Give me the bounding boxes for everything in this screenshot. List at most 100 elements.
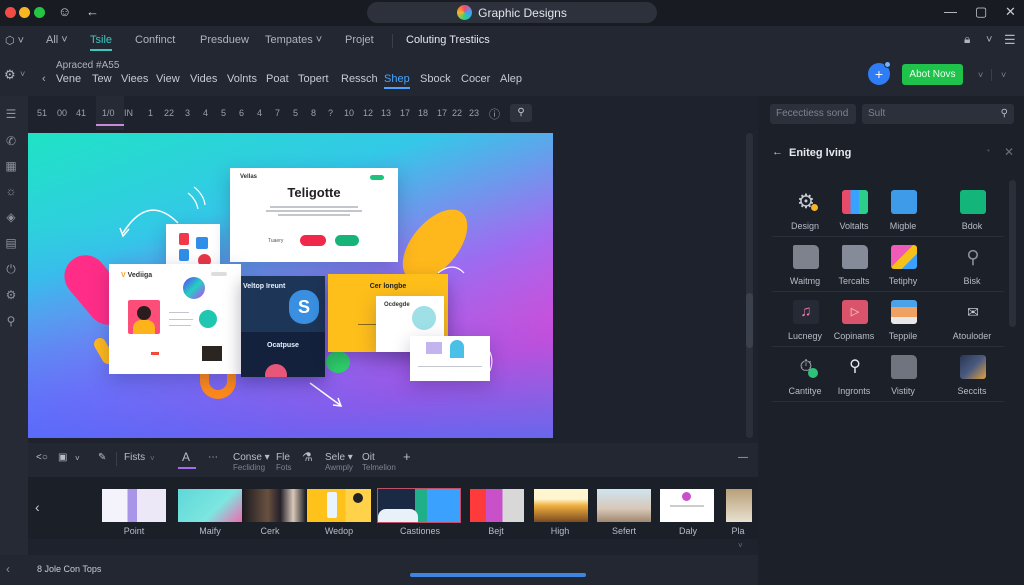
subnav-item[interactable]: Viees: [121, 73, 148, 85]
flask-icon[interactable]: ⚗: [302, 450, 313, 464]
grid-item-tercalts[interactable]: Tercalts: [826, 239, 882, 294]
grid-dots-icon[interactable]: ⋯: [208, 452, 218, 463]
ruler-tick[interactable]: 12: [363, 108, 373, 118]
back-arrow-icon[interactable]: ←: [86, 4, 99, 19]
grid-item-vistity[interactable]: Vistity: [875, 349, 931, 404]
grid-item-lucnegy[interactable]: ♫ Lucnegy: [777, 294, 833, 349]
ruler-tick[interactable]: 6: [239, 108, 244, 118]
template-thumbnail[interactable]: [178, 489, 242, 522]
filter-input[interactable]: Fecectiess sond: [770, 104, 856, 124]
tag-icon[interactable]: ◈: [4, 210, 18, 224]
subnav-item[interactable]: Vides: [190, 73, 217, 85]
ruler-tick[interactable]: 7: [275, 108, 280, 118]
settings-gear-icon[interactable]: ⚙: [4, 67, 16, 83]
grid-item-teppile[interactable]: Teppile: [875, 294, 931, 349]
topnav-item-all[interactable]: All ˅: [46, 34, 68, 46]
ruler-tick[interactable]: 3: [185, 108, 190, 118]
group-top[interactable]: Fle: [276, 452, 290, 463]
window-title-pill[interactable]: Graphic Designs: [367, 2, 657, 23]
ruler-tick-selected[interactable]: 1/0: [102, 108, 115, 118]
template-thumbnail[interactable]: [726, 489, 752, 522]
subnav-item[interactable]: Sbock: [420, 73, 451, 85]
chevron-down-icon[interactable]: ˅: [978, 70, 983, 80]
canvas-scrollbar[interactable]: [746, 133, 753, 438]
book-icon[interactable]: ▤: [4, 236, 18, 250]
ruler-tick[interactable]: 10: [344, 108, 354, 118]
profile-template-card[interactable]: V Vediiga: [109, 264, 241, 374]
frame-icon[interactable]: ▣: [58, 452, 67, 463]
chevron-left-icon[interactable]: ‹: [35, 499, 40, 515]
ruler-tick[interactable]: 17: [400, 108, 410, 118]
grid-item-voltalts[interactable]: Voltalts: [826, 184, 882, 239]
minimize-icon[interactable]: —: [944, 4, 957, 19]
subnav-item[interactable]: Volnts: [227, 73, 257, 85]
ruler-tick[interactable]: 22: [452, 108, 462, 118]
subnav-item[interactable]: Vene: [56, 73, 81, 85]
chevron-down-icon[interactable]: ˅: [986, 34, 992, 46]
ruler-tick[interactable]: 22: [164, 108, 174, 118]
template-thumbnail[interactable]: [534, 489, 588, 522]
subnav-item[interactable]: Tew: [92, 73, 112, 85]
topnav-item-tempates[interactable]: Tempates ˅: [265, 34, 322, 46]
hero-green-button[interactable]: [335, 235, 359, 246]
ruler-tick[interactable]: 4: [203, 108, 208, 118]
back-arrow-icon[interactable]: ←: [772, 146, 783, 158]
search-input[interactable]: Sult ⚲: [862, 104, 1014, 124]
grid-item-seccits[interactable]: Seccits: [944, 349, 1000, 404]
minimize-window-button[interactable]: [19, 7, 30, 18]
icon-card[interactable]: [166, 224, 220, 267]
ruler-tick[interactable]: 41: [76, 108, 86, 118]
text-tool-icon[interactable]: A: [182, 450, 190, 464]
grid-item-copinams[interactable]: ▷ Copinams: [826, 294, 882, 349]
search-icon[interactable]: ⚲: [1001, 104, 1008, 124]
topnav-item-tsile[interactable]: Tsile: [90, 34, 113, 51]
shape-icon[interactable]: ⬡ ˅: [5, 34, 24, 47]
chevron-down-icon[interactable]: ˅: [75, 454, 80, 463]
subnav-item[interactable]: Cocer: [461, 73, 490, 85]
ruler-tick[interactable]: 5: [293, 108, 298, 118]
subnav-item[interactable]: View: [156, 73, 180, 85]
grid-item-bdok[interactable]: Bdok: [944, 184, 1000, 239]
group-top[interactable]: Sele ▾: [325, 452, 353, 463]
comment-icon[interactable]: ✎: [98, 452, 106, 463]
panel-scrollbar[interactable]: [1009, 180, 1016, 327]
close-window-button[interactable]: [5, 7, 16, 18]
chevron-down-icon[interactable]: ˅: [20, 69, 25, 79]
group-top[interactable]: Conse ▾: [233, 452, 270, 463]
topnav-item-confinct[interactable]: Confinct: [135, 34, 175, 46]
primary-action-button[interactable]: Abot Novs: [902, 64, 963, 85]
add-icon[interactable]: +: [403, 449, 411, 464]
menu-icon[interactable]: ☰: [1004, 32, 1016, 48]
template-thumbnail[interactable]: [102, 489, 166, 522]
subnav-item[interactable]: Alep: [500, 73, 522, 85]
list-icon[interactable]: ☰: [4, 107, 18, 121]
ruler-tick[interactable]: ?: [328, 108, 333, 118]
ruler-tick[interactable]: 1: [148, 108, 153, 118]
settings-icon[interactable]: ⚙: [4, 288, 18, 302]
template-thumbnail[interactable]: [597, 489, 651, 522]
pin-button[interactable]: ⚲: [510, 104, 532, 122]
hero-button-label[interactable]: Tuaery: [268, 238, 283, 244]
close-panel-icon[interactable]: ✕: [1004, 145, 1014, 159]
template-thumbnail[interactable]: [470, 489, 524, 522]
search-icon[interactable]: ⚲: [4, 314, 18, 328]
chevron-down-icon[interactable]: ˅: [738, 541, 743, 550]
ruler-tick[interactable]: 5: [221, 108, 226, 118]
ruler-tick[interactable]: IN: [124, 108, 133, 118]
hero-template-card[interactable]: Vellas Teligotte Tuaery: [230, 168, 398, 262]
lock-icon[interactable]: 🔒︎: [964, 32, 970, 47]
scrollbar-thumb[interactable]: [746, 293, 753, 348]
maximize-icon[interactable]: ▢: [975, 4, 987, 20]
ruler-tick[interactable]: 23: [469, 108, 479, 118]
font-dropdown[interactable]: Fists: [124, 452, 145, 463]
subnav-item[interactable]: Poat: [266, 73, 289, 85]
ruler-tick[interactable]: 13: [381, 108, 391, 118]
grid-item-cantitye[interactable]: ⏱ Cantitye: [777, 349, 833, 404]
grid-item-atouloder[interactable]: ✉ Atouloder: [944, 294, 1000, 349]
ruler-tick[interactable]: 00: [57, 108, 67, 118]
grid-icon[interactable]: ▦: [4, 159, 18, 173]
template-thumbnail-selected[interactable]: [377, 488, 461, 523]
template-thumbnail[interactable]: [242, 489, 306, 522]
subnav-item[interactable]: Ressch: [341, 73, 378, 85]
grid-item-tetiphy[interactable]: Tetiphy: [875, 239, 931, 294]
